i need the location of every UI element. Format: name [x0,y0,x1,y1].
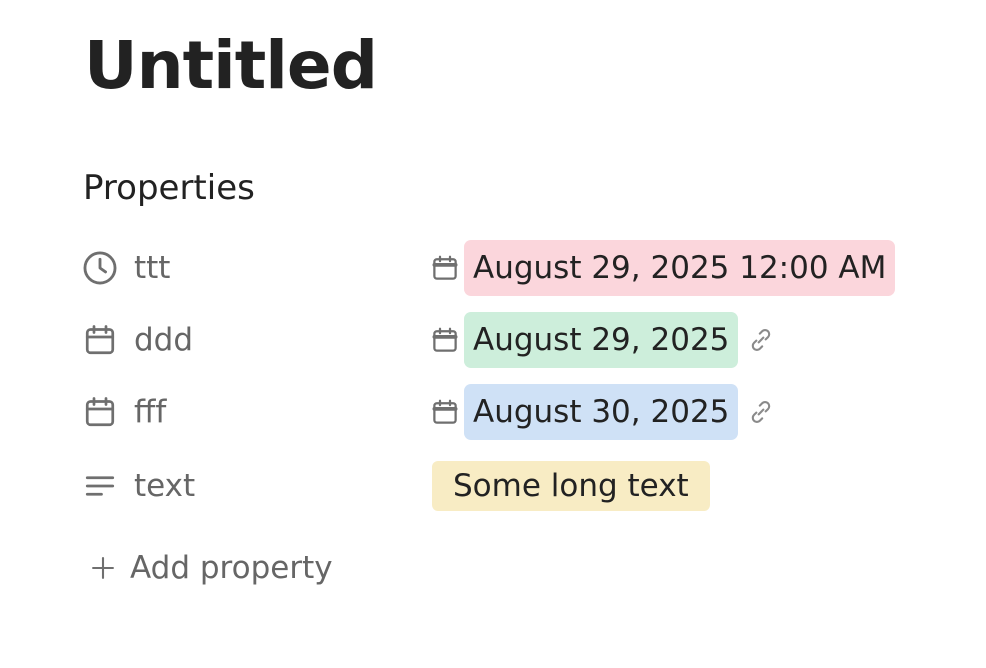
property-label: fff [134,394,167,430]
property-row-fff: fff August 30, 2025 [80,384,960,440]
calendar-icon [80,392,120,432]
clock-icon [80,248,120,288]
property-label: text [134,468,196,504]
property-name-text[interactable]: text [80,458,195,514]
add-property-label: Add property [130,550,333,586]
property-label: ddd [134,322,194,358]
property-value-ddd: August 29, 2025 [428,312,778,368]
text-lines-icon [80,466,120,506]
properties-heading: Properties [83,168,255,208]
link-icon[interactable] [744,323,778,357]
property-row-text: text Some long text [80,458,960,514]
property-name-ttt[interactable]: ttt [80,240,170,296]
calendar-icon [428,395,462,429]
property-value-ttt: August 29, 2025 12:00 AM [428,240,896,296]
property-value-fff: August 30, 2025 [428,384,778,440]
calendar-icon [80,320,120,360]
property-label: ttt [134,250,171,286]
property-name-fff[interactable]: fff [80,384,166,440]
property-value-text: Some long text [428,458,710,514]
add-property-button[interactable]: Add property [88,544,333,592]
property-name-ddd[interactable]: ddd [80,312,193,368]
property-row-ttt: ttt August 29, 2025 12:00 AM [80,240,960,296]
text-value[interactable]: Some long text [432,461,710,511]
property-row-ddd: ddd August 29, 2025 [80,312,960,368]
plus-icon [88,553,118,583]
calendar-icon [428,251,462,285]
date-chip[interactable]: August 30, 2025 [464,384,739,440]
date-chip[interactable]: August 29, 2025 12:00 AM [464,240,896,296]
link-icon[interactable] [744,395,778,429]
page-title[interactable]: Untitled [84,24,378,108]
calendar-icon [428,323,462,357]
date-chip[interactable]: August 29, 2025 [464,312,739,368]
